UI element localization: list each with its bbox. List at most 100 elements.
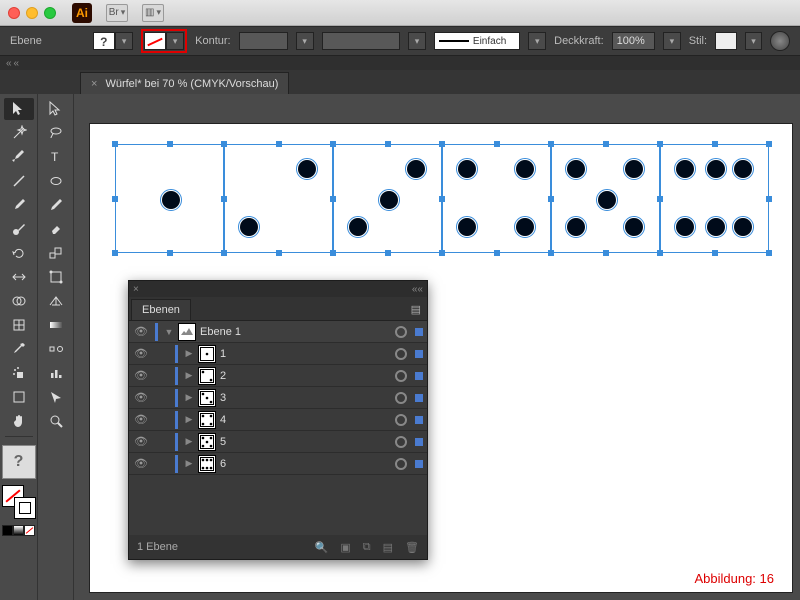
pip[interactable] xyxy=(598,191,616,209)
gradient-tool[interactable] xyxy=(41,314,71,336)
pip[interactable] xyxy=(298,160,316,178)
new-sublayer-icon[interactable]: ⧉ xyxy=(363,541,371,554)
panel-menu-icon[interactable]: ▤ xyxy=(405,299,427,320)
dice-selection[interactable] xyxy=(115,144,769,253)
lasso-tool[interactable] xyxy=(41,122,71,144)
visibility-toggle[interactable]: 👁 xyxy=(133,346,149,362)
mesh-tool[interactable] xyxy=(4,314,34,336)
pip[interactable] xyxy=(458,160,476,178)
eyedropper-tool[interactable] xyxy=(4,338,34,360)
symbol-sprayer-tool[interactable] xyxy=(4,362,34,384)
disclosure-triangle[interactable]: ▶ xyxy=(184,436,194,447)
graphic-style-swatch[interactable] xyxy=(715,32,737,50)
line-tool[interactable] xyxy=(4,170,34,192)
die-face-1[interactable] xyxy=(115,144,224,253)
pip[interactable] xyxy=(162,191,180,209)
color-mode-color[interactable] xyxy=(2,525,13,536)
pip[interactable] xyxy=(625,160,643,178)
visibility-toggle[interactable]: 👁 xyxy=(133,456,149,472)
layer-row[interactable]: 👁▶1 xyxy=(129,343,427,365)
layer-row[interactable]: 👁 ▶ 3 xyxy=(129,387,427,409)
pip[interactable] xyxy=(380,191,398,209)
layer-name[interactable]: 4 xyxy=(220,414,391,426)
direct-selection-tool[interactable] xyxy=(41,98,71,120)
pip[interactable] xyxy=(516,160,534,178)
selection-tool[interactable] xyxy=(4,98,34,120)
opacity-input[interactable]: 100% xyxy=(612,32,655,50)
pip[interactable] xyxy=(676,218,694,236)
layer-name[interactable]: 6 xyxy=(220,458,391,470)
layers-panel[interactable]: ×«« Ebenen ▤ 👁▼Ebene 1👁▶1👁▶2👁▶3👁▶4👁▶5👁▶6… xyxy=(128,280,428,560)
close-tab-icon[interactable]: × xyxy=(91,78,97,90)
fill-stroke-indicator[interactable]: ? xyxy=(2,445,36,479)
pip[interactable] xyxy=(676,160,694,178)
blend-tool[interactable] xyxy=(41,338,71,360)
stroke-weight-dropdown[interactable]: ▾ xyxy=(296,32,314,50)
pip[interactable] xyxy=(240,218,258,236)
target-icon[interactable] xyxy=(395,326,407,338)
shape-builder-tool[interactable] xyxy=(4,290,34,312)
window-close-button[interactable] xyxy=(8,7,20,19)
zoom-tool[interactable] xyxy=(41,410,71,432)
selection-indicator[interactable] xyxy=(415,372,423,380)
layer-name[interactable]: 3 xyxy=(220,392,391,404)
die-face-6[interactable] xyxy=(660,144,769,253)
target-icon[interactable] xyxy=(395,414,407,426)
disclosure-triangle[interactable]: ▶ xyxy=(184,392,194,403)
free-transform-tool[interactable] xyxy=(41,266,71,288)
new-layer-icon[interactable]: ▤ xyxy=(383,541,393,554)
pip[interactable] xyxy=(625,218,643,236)
variable-width-profile[interactable] xyxy=(322,32,401,50)
blob-brush-tool[interactable] xyxy=(4,218,34,240)
arrange-documents-button[interactable]: ▥▾ xyxy=(142,4,164,22)
window-zoom-button[interactable] xyxy=(44,7,56,19)
paintbrush-tool[interactable] xyxy=(4,194,34,216)
pip[interactable] xyxy=(407,160,425,178)
visibility-toggle[interactable]: 👁 xyxy=(133,434,149,450)
delete-layer-icon[interactable]: 🗑 xyxy=(405,541,419,554)
disclosure-triangle[interactable]: ▼ xyxy=(164,327,174,337)
pen-tool[interactable] xyxy=(4,146,34,168)
scale-tool[interactable] xyxy=(41,242,71,264)
pencil-tool[interactable] xyxy=(41,194,71,216)
graphic-style-dropdown[interactable]: ▾ xyxy=(745,32,763,50)
fill-dropdown[interactable]: ▾ xyxy=(115,32,133,50)
disclosure-triangle[interactable]: ▶ xyxy=(184,348,194,359)
variable-width-dropdown[interactable]: ▾ xyxy=(408,32,426,50)
visibility-toggle[interactable]: 👁 xyxy=(133,412,149,428)
collapse-panel-icon[interactable]: «« xyxy=(412,284,423,295)
selection-indicator[interactable] xyxy=(415,438,423,446)
document-setup-icon[interactable] xyxy=(770,31,790,51)
layer-name[interactable]: 2 xyxy=(220,370,391,382)
pip[interactable] xyxy=(734,160,752,178)
layers-panel-header[interactable]: × «« xyxy=(129,281,427,297)
ellipse-tool[interactable] xyxy=(41,170,71,192)
opacity-dropdown[interactable]: ▾ xyxy=(663,32,681,50)
stroke-swatch-none[interactable] xyxy=(144,32,166,50)
stroke-weight-input[interactable] xyxy=(239,32,288,50)
pip[interactable] xyxy=(567,160,585,178)
hand-tool[interactable] xyxy=(4,410,34,432)
pip[interactable] xyxy=(707,160,725,178)
eraser-tool[interactable] xyxy=(41,218,71,240)
selection-indicator[interactable] xyxy=(415,416,423,424)
close-panel-icon[interactable]: × xyxy=(133,284,139,295)
die-face-5[interactable] xyxy=(551,144,660,253)
die-face-4[interactable] xyxy=(442,144,551,253)
magic-wand-tool[interactable] xyxy=(4,122,34,144)
brush-definition-dropdown[interactable]: ▾ xyxy=(528,32,546,50)
die-face-3[interactable] xyxy=(333,144,442,253)
layers-tab[interactable]: Ebenen xyxy=(131,299,191,320)
window-minimize-button[interactable] xyxy=(26,7,38,19)
brush-definition[interactable]: Einfach xyxy=(434,32,521,50)
target-icon[interactable] xyxy=(395,436,407,448)
visibility-toggle[interactable]: 👁 xyxy=(133,324,149,340)
die-face-2[interactable] xyxy=(224,144,333,253)
pip[interactable] xyxy=(567,218,585,236)
visibility-toggle[interactable]: 👁 xyxy=(133,390,149,406)
layer-row[interactable]: 👁▶4 xyxy=(129,409,427,431)
panel-collapse-strip[interactable]: «« xyxy=(0,56,800,70)
artboard-tool[interactable] xyxy=(4,386,34,408)
pip[interactable] xyxy=(458,218,476,236)
layer-row[interactable]: 👁▶2 xyxy=(129,365,427,387)
